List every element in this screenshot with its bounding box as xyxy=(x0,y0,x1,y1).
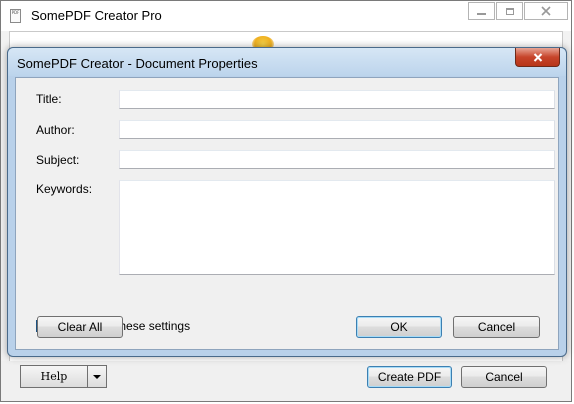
main-cancel-button[interactable]: Cancel xyxy=(461,366,547,388)
help-button[interactable]: Help xyxy=(21,366,88,387)
keywords-textarea[interactable] xyxy=(119,180,555,275)
help-dropdown-button[interactable] xyxy=(88,366,106,387)
create-pdf-button[interactable]: Create PDF xyxy=(367,366,452,388)
keywords-label: Keywords: xyxy=(36,182,93,196)
clear-all-button[interactable]: Clear All xyxy=(37,316,123,338)
subject-input[interactable] xyxy=(119,150,555,169)
document-properties-dialog: SomePDF Creator - Document Properties Ti… xyxy=(7,47,567,357)
dialog-close-button[interactable] xyxy=(515,48,560,67)
minimize-button[interactable] xyxy=(468,2,495,20)
author-input[interactable] xyxy=(119,120,555,139)
author-label: Author: xyxy=(36,123,75,137)
minimize-icon xyxy=(477,13,486,15)
dialog-title: SomePDF Creator - Document Properties xyxy=(17,56,258,71)
pdf-app-icon: PDF xyxy=(10,9,21,23)
subject-label: Subject: xyxy=(36,153,80,167)
maximize-button[interactable] xyxy=(496,2,523,20)
close-window-button[interactable] xyxy=(524,2,568,20)
window-controls xyxy=(468,2,568,21)
dialog-cancel-button[interactable]: Cancel xyxy=(453,316,540,338)
main-window-title: SomePDF Creator Pro xyxy=(31,8,162,23)
main-titlebar: PDF SomePDF Creator Pro xyxy=(1,1,571,31)
chevron-down-icon xyxy=(93,374,101,379)
dialog-titlebar: SomePDF Creator - Document Properties xyxy=(8,48,566,76)
close-icon xyxy=(533,52,542,62)
close-icon xyxy=(541,6,551,16)
help-split-button[interactable]: Help xyxy=(20,365,107,388)
title-label: Title: xyxy=(36,92,62,106)
title-input[interactable] xyxy=(119,90,555,109)
ok-button[interactable]: OK xyxy=(356,316,442,338)
maximize-icon xyxy=(505,7,514,15)
dialog-body: Title: Author: Subject: Keywords: ✓ Alwa… xyxy=(15,77,559,350)
